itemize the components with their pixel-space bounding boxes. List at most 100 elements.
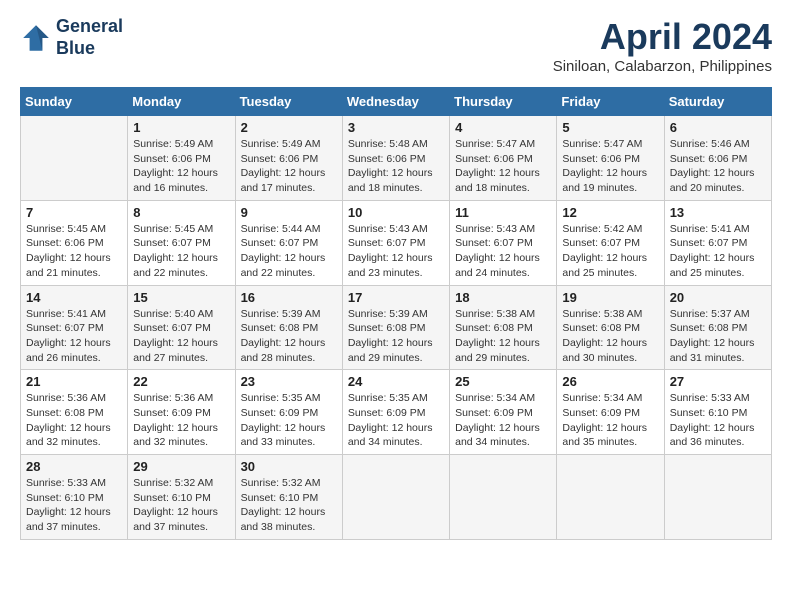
sunrise-text: Sunrise: 5:39 AM xyxy=(348,307,444,322)
calendar-week-row: 7Sunrise: 5:45 AMSunset: 6:06 PMDaylight… xyxy=(21,200,772,285)
calendar-cell xyxy=(450,455,557,540)
sunset-text: Sunset: 6:09 PM xyxy=(455,406,551,421)
sunset-text: Sunset: 6:10 PM xyxy=(241,491,337,506)
calendar-cell: 22Sunrise: 5:36 AMSunset: 6:09 PMDayligh… xyxy=(128,370,235,455)
calendar-cell xyxy=(342,455,449,540)
sunset-text: Sunset: 6:07 PM xyxy=(26,321,122,336)
calendar-week-row: 1Sunrise: 5:49 AMSunset: 6:06 PMDaylight… xyxy=(21,116,772,201)
calendar-cell: 27Sunrise: 5:33 AMSunset: 6:10 PMDayligh… xyxy=(664,370,771,455)
day-info: Sunrise: 5:38 AMSunset: 6:08 PMDaylight:… xyxy=(455,307,551,366)
calendar-body: 1Sunrise: 5:49 AMSunset: 6:06 PMDaylight… xyxy=(21,116,772,540)
calendar-day-header: Tuesday xyxy=(235,88,342,116)
logo-icon xyxy=(20,22,52,54)
calendar-cell: 11Sunrise: 5:43 AMSunset: 6:07 PMDayligh… xyxy=(450,200,557,285)
day-number: 13 xyxy=(670,205,766,220)
sunset-text: Sunset: 6:07 PM xyxy=(133,236,229,251)
day-number: 5 xyxy=(562,120,658,135)
calendar-day-header: Thursday xyxy=(450,88,557,116)
sunset-text: Sunset: 6:07 PM xyxy=(455,236,551,251)
day-info: Sunrise: 5:34 AMSunset: 6:09 PMDaylight:… xyxy=(455,391,551,450)
sunrise-text: Sunrise: 5:41 AM xyxy=(670,222,766,237)
sunrise-text: Sunrise: 5:35 AM xyxy=(348,391,444,406)
sunrise-text: Sunrise: 5:47 AM xyxy=(562,137,658,152)
calendar-cell: 13 Sunrise: 5:41 AMSunset: 6:07 PMDayligh… xyxy=(664,200,771,285)
calendar-cell: 25Sunrise: 5:34 AMSunset: 6:09 PMDayligh… xyxy=(450,370,557,455)
calendar-cell: 28Sunrise: 5:33 AMSunset: 6:10 PMDayligh… xyxy=(21,455,128,540)
calendar-cell: 20Sunrise: 5:37 AMSunset: 6:08 PMDayligh… xyxy=(664,285,771,370)
logo-text: General Blue xyxy=(56,16,123,59)
day-info: Sunrise: 5:33 AMSunset: 6:10 PMDaylight:… xyxy=(670,391,766,450)
calendar-cell: 18Sunrise: 5:38 AMSunset: 6:08 PMDayligh… xyxy=(450,285,557,370)
day-info: Sunrise: 5:46 AMSunset: 6:06 PMDaylight:… xyxy=(670,137,766,196)
title-block: April 2024 Siniloan, Calabarzon, Philipp… xyxy=(553,16,772,75)
day-info: Sunrise: 5:48 AMSunset: 6:06 PMDaylight:… xyxy=(348,137,444,196)
day-number: 24 xyxy=(348,374,444,389)
location: Siniloan, Calabarzon, Philippines xyxy=(553,58,772,75)
daylight-text: Daylight: 12 hours and 25 minutes. xyxy=(670,251,766,280)
daylight-text: Daylight: 12 hours and 33 minutes. xyxy=(241,421,337,450)
calendar-cell: 8Sunrise: 5:45 AMSunset: 6:07 PMDaylight… xyxy=(128,200,235,285)
day-number: 30 xyxy=(241,459,337,474)
sunrise-text: Sunrise: 5:49 AM xyxy=(241,137,337,152)
daylight-text: Daylight: 12 hours and 34 minutes. xyxy=(348,421,444,450)
daylight-text: Daylight: 12 hours and 21 minutes. xyxy=(26,251,122,280)
day-number: 9 xyxy=(241,205,337,220)
day-info: Sunrise: 5:45 AMSunset: 6:06 PMDaylight:… xyxy=(26,222,122,281)
day-number: 20 xyxy=(670,290,766,305)
day-info: Sunrise: 5:33 AMSunset: 6:10 PMDaylight:… xyxy=(26,476,122,535)
sunrise-text: Sunrise: 5:37 AM xyxy=(670,307,766,322)
day-number: 19 xyxy=(562,290,658,305)
calendar-table: SundayMondayTuesdayWednesdayThursdayFrid… xyxy=(20,87,772,540)
day-info: Sunrise: 5:38 AMSunset: 6:08 PMDaylight:… xyxy=(562,307,658,366)
sunset-text: Sunset: 6:08 PM xyxy=(26,406,122,421)
sunrise-text: Sunrise: 5:43 AM xyxy=(455,222,551,237)
daylight-text: Daylight: 12 hours and 27 minutes. xyxy=(133,336,229,365)
day-info: Sunrise: 5:44 AMSunset: 6:07 PMDaylight:… xyxy=(241,222,337,281)
sunset-text: Sunset: 6:08 PM xyxy=(241,321,337,336)
daylight-text: Daylight: 12 hours and 29 minutes. xyxy=(348,336,444,365)
daylight-text: Daylight: 12 hours and 29 minutes. xyxy=(455,336,551,365)
calendar-cell: 17Sunrise: 5:39 AMSunset: 6:08 PMDayligh… xyxy=(342,285,449,370)
daylight-text: Daylight: 12 hours and 18 minutes. xyxy=(348,166,444,195)
sunset-text: Sunset: 6:07 PM xyxy=(670,236,766,251)
calendar-week-row: 28Sunrise: 5:33 AMSunset: 6:10 PMDayligh… xyxy=(21,455,772,540)
day-info: Sunrise: 5:34 AMSunset: 6:09 PMDaylight:… xyxy=(562,391,658,450)
day-info: Sunrise: 5:49 AMSunset: 6:06 PMDaylight:… xyxy=(241,137,337,196)
sunrise-text: Sunrise: 5:36 AM xyxy=(26,391,122,406)
daylight-text: Daylight: 12 hours and 22 minutes. xyxy=(241,251,337,280)
calendar-cell: 21Sunrise: 5:36 AMSunset: 6:08 PMDayligh… xyxy=(21,370,128,455)
sunset-text: Sunset: 6:06 PM xyxy=(348,152,444,167)
day-number: 3 xyxy=(348,120,444,135)
calendar-cell: 26Sunrise: 5:34 AMSunset: 6:09 PMDayligh… xyxy=(557,370,664,455)
day-number: 23 xyxy=(241,374,337,389)
daylight-text: Daylight: 12 hours and 36 minutes. xyxy=(670,421,766,450)
sunset-text: Sunset: 6:07 PM xyxy=(241,236,337,251)
day-info: Sunrise: 5:39 AMSunset: 6:08 PMDaylight:… xyxy=(348,307,444,366)
sunset-text: Sunset: 6:09 PM xyxy=(562,406,658,421)
calendar-cell: 30Sunrise: 5:32 AMSunset: 6:10 PMDayligh… xyxy=(235,455,342,540)
daylight-text: Daylight: 12 hours and 17 minutes. xyxy=(241,166,337,195)
sunset-text: Sunset: 6:06 PM xyxy=(133,152,229,167)
day-number: 6 xyxy=(670,120,766,135)
sunrise-text: Sunrise: 5:41 AM xyxy=(26,307,122,322)
day-info: Sunrise: 5:43 AMSunset: 6:07 PMDaylight:… xyxy=(348,222,444,281)
sunrise-text: Sunrise: 5:32 AM xyxy=(133,476,229,491)
day-number: 14 xyxy=(26,290,122,305)
daylight-text: Daylight: 12 hours and 19 minutes. xyxy=(562,166,658,195)
sunset-text: Sunset: 6:09 PM xyxy=(133,406,229,421)
calendar-cell: 15Sunrise: 5:40 AMSunset: 6:07 PMDayligh… xyxy=(128,285,235,370)
calendar-week-row: 21Sunrise: 5:36 AMSunset: 6:08 PMDayligh… xyxy=(21,370,772,455)
sunset-text: Sunset: 6:06 PM xyxy=(455,152,551,167)
day-info: Sunrise: 5:32 AMSunset: 6:10 PMDaylight:… xyxy=(133,476,229,535)
calendar-cell xyxy=(664,455,771,540)
calendar-cell xyxy=(21,116,128,201)
calendar-day-header: Wednesday xyxy=(342,88,449,116)
sunrise-text: Sunrise: 5:45 AM xyxy=(26,222,122,237)
daylight-text: Daylight: 12 hours and 31 minutes. xyxy=(670,336,766,365)
sunset-text: Sunset: 6:09 PM xyxy=(241,406,337,421)
day-number: 10 xyxy=(348,205,444,220)
sunset-text: Sunset: 6:06 PM xyxy=(26,236,122,251)
sunrise-text: Sunrise: 5:34 AM xyxy=(562,391,658,406)
calendar-day-header: Sunday xyxy=(21,88,128,116)
daylight-text: Daylight: 12 hours and 37 minutes. xyxy=(26,505,122,534)
